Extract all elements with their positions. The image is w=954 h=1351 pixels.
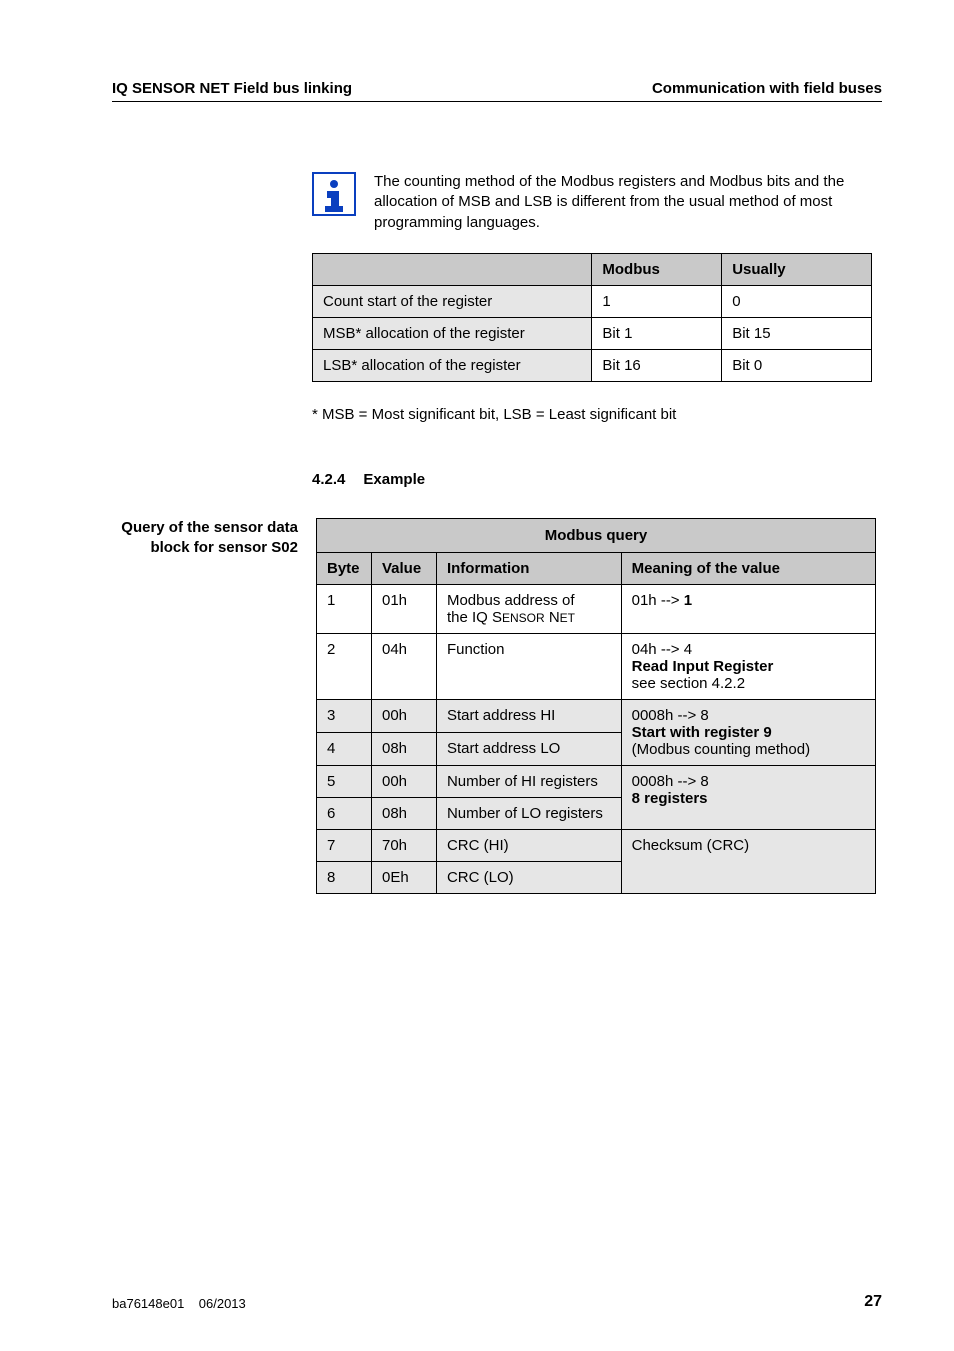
page-header: IQ SENSOR NET Field bus linking Communic…: [112, 80, 882, 97]
cell: 5: [317, 765, 372, 797]
cell: 0008h --> 88 registers: [621, 765, 875, 829]
cell: 08h: [371, 732, 436, 765]
cell: 0Eh: [371, 861, 436, 893]
query-row: Query of the sensor datablock for sensor…: [112, 518, 882, 894]
t1-r1-usually: 0: [722, 285, 872, 317]
footer-date: 06/2013: [199, 1296, 246, 1311]
counting-table: Modbus Usually Count start of the regist…: [312, 253, 872, 382]
info-icon: [312, 172, 356, 216]
counting-table-wrap: Modbus Usually Count start of the regist…: [312, 253, 882, 382]
cell: CRC (HI): [436, 829, 621, 861]
modbus-query-table: Modbus query Byte Value Information Mean…: [316, 518, 876, 894]
cell: 3: [317, 699, 372, 732]
cell: 04h: [371, 633, 436, 699]
header-rule: [112, 101, 882, 102]
cell: 0008h --> 8Start with register 9(Modbus …: [621, 699, 875, 765]
t1-r2-usually: Bit 15: [722, 317, 872, 349]
footer-left: ba76148e01 06/2013: [112, 1296, 246, 1311]
section-heading: 4.2.4 Example: [312, 471, 882, 488]
t1-header-usually: Usually: [722, 253, 872, 285]
cell: 01h: [371, 584, 436, 633]
t1-r2-label: MSB* allocation of the register: [313, 317, 592, 349]
cell: Function: [436, 633, 621, 699]
info-text: The counting method of the Modbus regist…: [374, 172, 882, 233]
t1-r1-label: Count start of the register: [313, 285, 592, 317]
table-row: MSB* allocation of the register Bit 1 Bi…: [313, 317, 872, 349]
table-row: 3 00h Start address HI 0008h --> 8Start …: [317, 699, 876, 732]
info-callout: The counting method of the Modbus regist…: [312, 172, 882, 233]
cell: Start address LO: [436, 732, 621, 765]
t1-blank-header: [313, 253, 592, 285]
cell: 00h: [371, 765, 436, 797]
t1-r3-label: LSB* allocation of the register: [313, 349, 592, 381]
page-footer: ba76148e01 06/2013 27: [112, 1293, 882, 1311]
section-title: Example: [363, 471, 425, 488]
t2-h-info: Information: [436, 552, 621, 584]
cell: Checksum (CRC): [621, 829, 875, 893]
t2-h-value: Value: [371, 552, 436, 584]
header-right: Communication with field buses: [652, 80, 882, 97]
table-row: LSB* allocation of the register Bit 16 B…: [313, 349, 872, 381]
cell: 01h --> 1: [621, 584, 875, 633]
t1-r2-modbus: Bit 1: [592, 317, 722, 349]
cell: Number of LO registers: [436, 797, 621, 829]
t2-h-meaning: Meaning of the value: [621, 552, 875, 584]
table-row: 2 04h Function 04h --> 4Read Input Regis…: [317, 633, 876, 699]
cell: 04h --> 4Read Input Registersee section …: [621, 633, 875, 699]
table-row: 7 70h CRC (HI) Checksum (CRC): [317, 829, 876, 861]
t1-header-modbus: Modbus: [592, 253, 722, 285]
t1-r1-modbus: 1: [592, 285, 722, 317]
cell: 8: [317, 861, 372, 893]
header-left: IQ SENSOR NET Field bus linking: [112, 80, 352, 97]
side-label: Query of the sensor datablock for sensor…: [112, 518, 298, 559]
cell: Modbus address ofthe IQ SENSOR NET: [436, 584, 621, 633]
t2-h-byte: Byte: [317, 552, 372, 584]
cell: 1: [317, 584, 372, 633]
table-row: Count start of the register 1 0: [313, 285, 872, 317]
cell: 70h: [371, 829, 436, 861]
table-row: 5 00h Number of HI registers 0008h --> 8…: [317, 765, 876, 797]
footer-doc: ba76148e01: [112, 1296, 184, 1311]
cell: 6: [317, 797, 372, 829]
cell: 7: [317, 829, 372, 861]
t1-r3-modbus: Bit 16: [592, 349, 722, 381]
footnote: * MSB = Most significant bit, LSB = Leas…: [312, 406, 882, 423]
t1-r3-usually: Bit 0: [722, 349, 872, 381]
cell: CRC (LO): [436, 861, 621, 893]
content-area: The counting method of the Modbus regist…: [112, 172, 882, 1233]
section-number: 4.2.4: [312, 471, 345, 488]
t2-title: Modbus query: [317, 518, 876, 552]
table-row: 1 01h Modbus address ofthe IQ SENSOR NET…: [317, 584, 876, 633]
cell: 2: [317, 633, 372, 699]
cell: 08h: [371, 797, 436, 829]
page-number: 27: [864, 1293, 882, 1311]
cell: 00h: [371, 699, 436, 732]
cell: Number of HI registers: [436, 765, 621, 797]
cell: Start address HI: [436, 699, 621, 732]
cell: 4: [317, 732, 372, 765]
